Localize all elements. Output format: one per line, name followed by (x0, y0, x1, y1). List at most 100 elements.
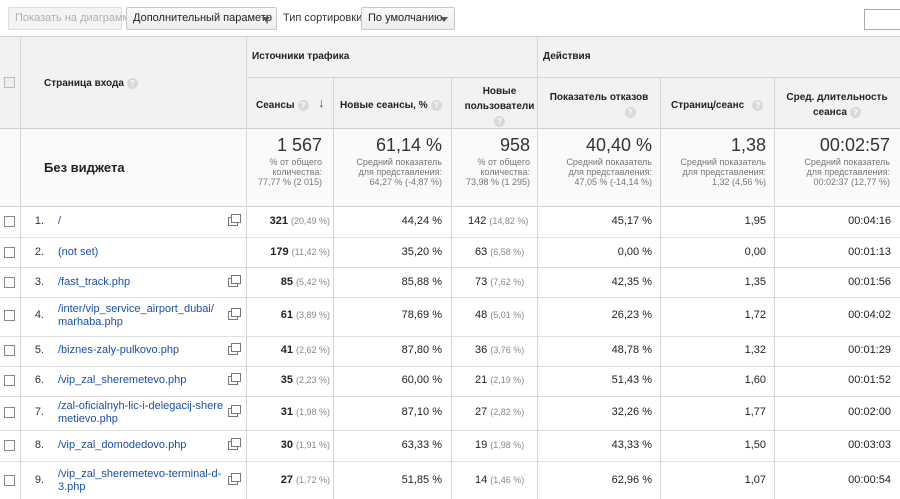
cell-sessions: 85 (5,42 %) (280, 276, 330, 288)
landing-page-link[interactable]: /biznes-zaly-pulkovo.php (58, 344, 179, 357)
cell-bounce-rate: 0,00 % (617, 246, 652, 258)
secondary-dimension-dropdown[interactable]: Дополнительный параметр (126, 7, 277, 30)
cell-new-sessions: 78,69 % (401, 309, 442, 321)
cell-sessions: 31 (1,98 %) (280, 406, 330, 418)
cell-new-users: 21 (2,19 %) (475, 374, 525, 386)
landing-page-link[interactable]: /vip_zal_sheremetevo.php (58, 374, 186, 387)
row-checkbox[interactable] (4, 247, 15, 258)
col-avg-duration-label-2: сеанса (813, 107, 847, 118)
landing-page-link[interactable]: / (58, 215, 61, 228)
col-new-users-label-2: пользователи (464, 101, 535, 112)
cell-avg-duration: 00:03:03 (848, 439, 891, 451)
cell-pages-per-session: 0,00 (744, 246, 766, 258)
row-checkbox[interactable] (4, 345, 15, 356)
cell-pages-per-session: 1,77 (744, 406, 766, 418)
col-landing-page[interactable]: Страница входа? (44, 76, 138, 91)
col-pages-per-session[interactable]: Страниц/сеанс? (671, 98, 764, 113)
sort-type-dropdown[interactable]: По умолчанию (361, 7, 455, 30)
cell-new-sessions: 44,24 % (401, 215, 442, 227)
col-sessions-label: Сеансы (256, 100, 295, 111)
open-page-icon[interactable] (228, 473, 241, 485)
show-on-chart-button[interactable]: Показать на диаграмме (8, 7, 136, 30)
chevron-down-icon (440, 17, 448, 22)
col-new-sessions-label: Новые сеансы, % (340, 100, 428, 111)
row-number: 5. (34, 344, 44, 356)
help-icon[interactable]: ? (752, 99, 764, 111)
cell-new-sessions: 60,00 % (401, 374, 442, 386)
secondary-dimension-label: Дополнительный параметр (133, 12, 272, 24)
cell-avg-duration: 00:04:02 (848, 309, 891, 321)
cell-pages-per-session: 1,72 (744, 309, 766, 321)
cell-new-sessions: 85,88 % (401, 276, 442, 288)
cell-new-users: 14 (1,46 %) (475, 474, 525, 486)
help-icon[interactable]: ? (297, 99, 309, 111)
total-pages-note: Средний показатель для представления: 1,32… (680, 157, 766, 187)
open-page-icon[interactable] (228, 373, 241, 385)
row-checkbox[interactable] (4, 440, 15, 451)
landing-page-link[interactable]: /zal-oficialnyh-lic-i-delegacij-shere met… (58, 400, 223, 426)
help-icon[interactable]: ? (849, 106, 861, 118)
cell-pages-per-session: 1,07 (744, 474, 766, 486)
landing-page-link[interactable]: /vip_zal_sheremetevo-terminal-d- 3.php (58, 468, 221, 494)
cell-sessions: 61 (3,89 %) (280, 309, 330, 321)
cell-pages-per-session: 1,32 (744, 344, 766, 356)
landing-page-link[interactable]: (not set) (58, 246, 98, 259)
row-checkbox[interactable] (4, 216, 15, 227)
col-new-sessions[interactable]: Новые сеансы, %? (340, 98, 442, 113)
open-page-icon[interactable] (228, 308, 241, 320)
landing-page-link[interactable]: /inter/vip_service_airport_dubai/marhaba… (58, 303, 214, 329)
open-page-icon[interactable] (228, 405, 241, 417)
cell-pages-per-session: 1,60 (744, 374, 766, 386)
open-page-icon[interactable] (228, 275, 241, 287)
toolbar: Показать на диаграмме Дополнительный пар… (0, 0, 900, 38)
total-avg-duration: 00:02:57 (819, 135, 890, 155)
cell-avg-duration: 00:01:29 (848, 344, 891, 356)
total-new-users-note: % от общего количества: 73,98 % (1 295) (465, 157, 530, 187)
col-sessions[interactable]: Сеансы? (256, 98, 309, 113)
cell-pages-per-session: 1,50 (744, 439, 766, 451)
col-new-users[interactable]: Новые пользователи ? (452, 84, 547, 129)
table-search-input[interactable] (864, 9, 900, 30)
sort-desc-icon[interactable]: ↓ (318, 95, 325, 110)
row-checkbox[interactable] (4, 375, 15, 386)
cell-new-sessions: 87,10 % (401, 406, 442, 418)
row-checkbox[interactable] (4, 475, 15, 486)
totals-label: Без виджета (44, 160, 125, 175)
help-icon[interactable]: ? (126, 77, 138, 89)
cell-pages-per-session: 1,95 (744, 215, 766, 227)
cell-new-sessions: 51,85 % (401, 474, 442, 486)
landing-page-link[interactable]: /vip_zal_domodedovo.php (58, 439, 186, 452)
row-number: 4. (34, 309, 44, 321)
col-bounce-rate[interactable]: Показатель отказов ? (540, 90, 658, 120)
select-all-checkbox[interactable] (4, 77, 15, 88)
help-icon[interactable]: ? (624, 106, 636, 118)
help-icon[interactable]: ? (430, 99, 442, 111)
total-bounce-rate: 40,40 % (585, 135, 652, 155)
cell-new-users: 73 (7,62 %) (475, 276, 525, 288)
cell-new-users: 63 (6,58 %) (475, 246, 525, 258)
cell-avg-duration: 00:04:16 (848, 215, 891, 227)
cell-new-users: 27 (2,82 %) (475, 406, 525, 418)
cell-bounce-rate: 43,33 % (611, 439, 652, 451)
open-page-icon[interactable] (228, 343, 241, 355)
total-new-sessions-note: Средний показатель для представления: 64,2… (356, 157, 442, 187)
cell-pages-per-session: 1,35 (744, 276, 766, 288)
col-avg-session-duration[interactable]: Сред. длительность сеанса? (776, 90, 898, 120)
row-number: 7. (34, 406, 44, 418)
row-checkbox[interactable] (4, 277, 15, 288)
open-page-icon[interactable] (228, 438, 241, 450)
row-checkbox[interactable] (4, 310, 15, 321)
col-avg-duration-label-1: Сред. длительность (786, 92, 888, 103)
col-pages-per-session-label: Страниц/сеанс (671, 100, 745, 111)
landing-page-link[interactable]: /fast_track.php (58, 276, 130, 289)
row-number: 1. (34, 215, 44, 227)
cell-avg-duration: 00:01:52 (848, 374, 891, 386)
cell-bounce-rate: 48,78 % (611, 344, 652, 356)
open-page-icon[interactable] (228, 214, 241, 226)
group-traffic-sources: Источники трафика (252, 51, 350, 62)
sort-type-value: По умолчанию (368, 12, 443, 24)
help-icon[interactable]: ? (494, 115, 505, 127)
row-checkbox[interactable] (4, 407, 15, 418)
sort-type-label: Тип сортировки: (283, 12, 366, 24)
cell-bounce-rate: 32,26 % (611, 406, 652, 418)
